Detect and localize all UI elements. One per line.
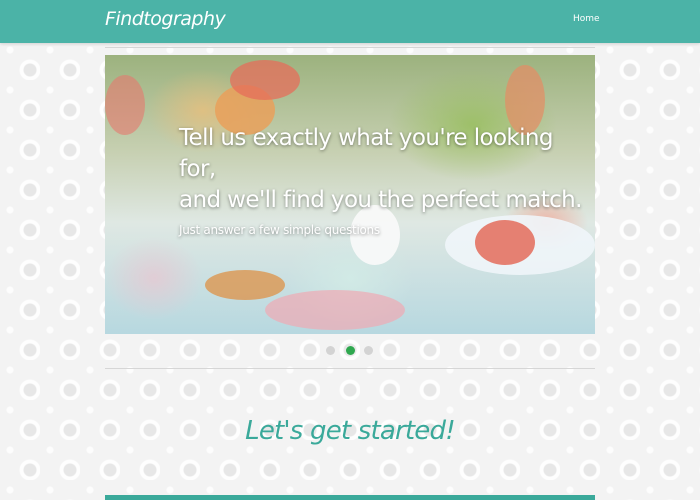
bottom-bar <box>105 495 595 500</box>
navbar: Findtography Home <box>0 0 700 43</box>
hero-image-decoration <box>105 75 145 135</box>
hero-subline: Just answer a few simple questions <box>179 223 380 237</box>
hero-carousel[interactable]: Tell us exactly what you're looking for,… <box>105 55 595 334</box>
nav-link-home[interactable]: Home <box>573 14 600 24</box>
hero-caption: Tell us exactly what you're looking for,… <box>179 123 595 237</box>
get-started-heading[interactable]: Let's get started! <box>0 416 700 446</box>
hero-headline: Tell us exactly what you're looking for,… <box>179 123 595 216</box>
brand-logo[interactable]: Findtography <box>105 8 226 30</box>
hero-headline-line2: and we'll find you the perfect match. <box>179 187 582 213</box>
hero-headline-line1: Tell us exactly what you're looking for, <box>179 125 554 182</box>
carousel-dot-2[interactable] <box>346 346 355 355</box>
hero-image-decoration <box>205 270 285 300</box>
carousel-dot-3[interactable] <box>364 346 373 355</box>
carousel-dot-1[interactable] <box>326 346 335 355</box>
divider <box>105 47 595 48</box>
hero-image-decoration <box>265 290 405 330</box>
divider <box>105 368 595 369</box>
hero-image-decoration <box>230 60 300 100</box>
